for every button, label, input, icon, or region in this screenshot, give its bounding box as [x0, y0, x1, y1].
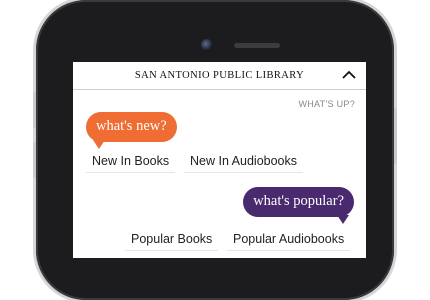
whats-new-bubble-tail: [93, 140, 105, 149]
power-button: [394, 108, 397, 164]
top-bar: SAN ANTONIO PUBLIC LIBRARY: [73, 62, 366, 90]
whats-new-bubble: what's new?: [86, 112, 177, 142]
camera-icon: [201, 39, 213, 51]
whats-popular-bubble-tail: [337, 215, 349, 224]
app-screen: SAN ANTONIO PUBLIC LIBRARY WHAT'S UP? wh…: [73, 62, 366, 258]
whats-popular-bubble: what's popular?: [243, 187, 354, 217]
speaker-grille: [234, 43, 280, 48]
volume-down-button: [33, 142, 36, 178]
app-title: SAN ANTONIO PUBLIC LIBRARY: [134, 70, 305, 81]
popular-books-link[interactable]: Popular Books: [125, 228, 219, 251]
new-in-audiobooks-link[interactable]: New In Audiobooks: [184, 150, 304, 173]
chevron-up-icon[interactable]: [342, 70, 356, 80]
new-in-books-link[interactable]: New In Books: [86, 150, 176, 173]
popular-audiobooks-link[interactable]: Popular Audiobooks: [227, 228, 351, 251]
section-label: WHAT'S UP?: [298, 99, 355, 109]
volume-up-button: [33, 92, 36, 128]
